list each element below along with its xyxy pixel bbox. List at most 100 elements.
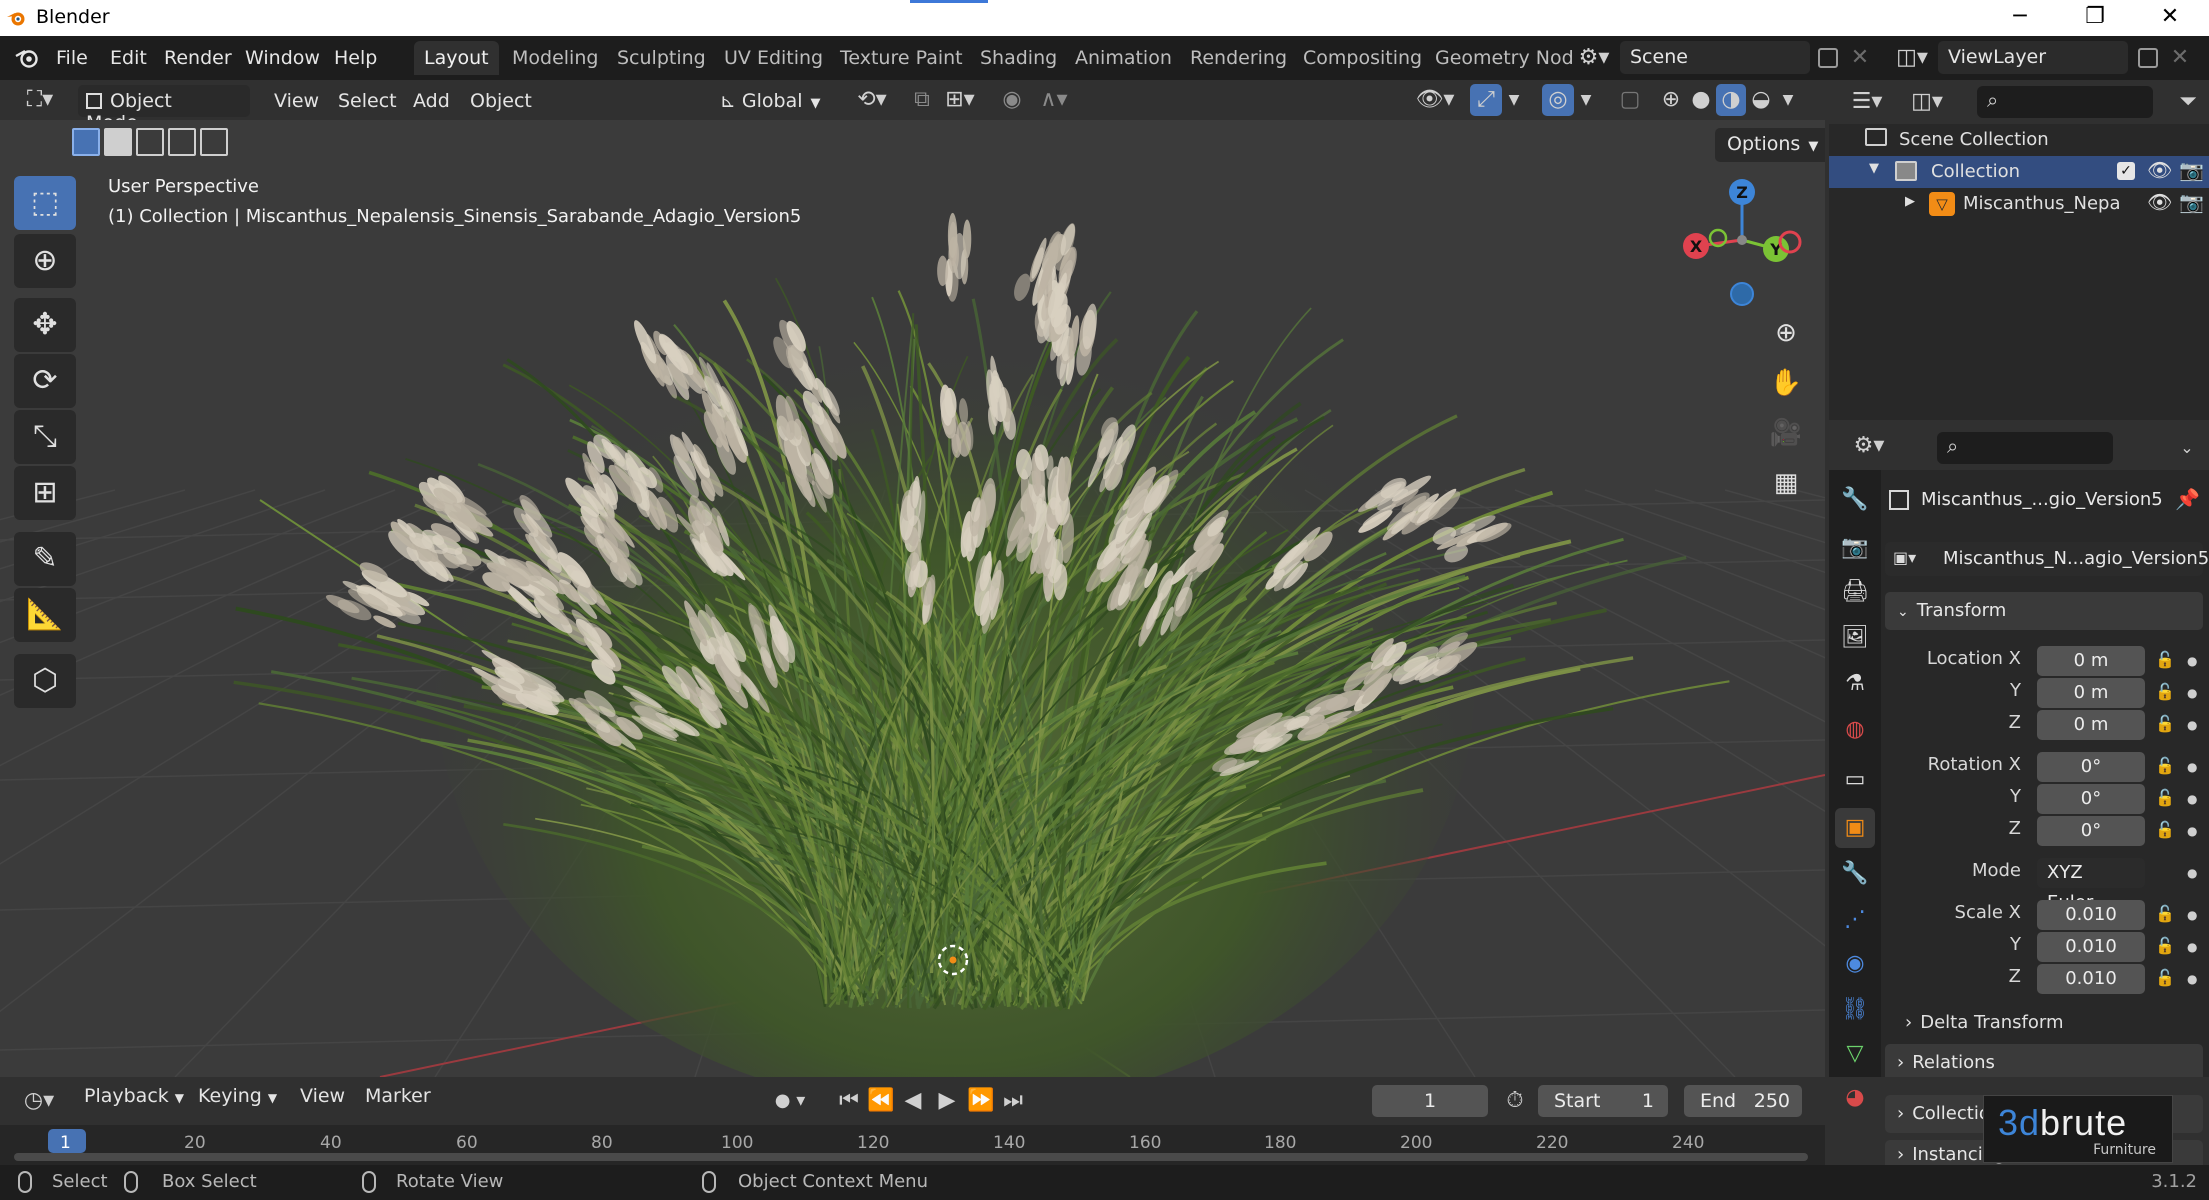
timeline-editor-type-icon[interactable]: ◷▾ (16, 1085, 62, 1117)
transform-orientation-dropdown[interactable]: ⊾ Global ▼ (712, 85, 829, 117)
object-tab-icon[interactable]: ▣ (1835, 808, 1875, 848)
outliner-row-scene-collection[interactable]: Scene Collection (1829, 124, 2209, 156)
tab-shading[interactable]: Shading (970, 41, 1067, 75)
relations-panel-header[interactable]: › Relations (1885, 1044, 2203, 1077)
record-keyframe-icon[interactable]: ● ▾ (762, 1085, 818, 1117)
material-tab-icon[interactable]: ◕ (1835, 1078, 1875, 1118)
pivot-point-icon[interactable]: ⟲▾ (850, 84, 894, 116)
filter-icon[interactable]: ⏷ (2173, 86, 2203, 118)
snap-target-icon[interactable]: ⊞▾ (940, 84, 980, 116)
eye-icon[interactable]: 👁 (2147, 190, 2172, 214)
playback-menu[interactable]: Playback ▼ (84, 1085, 184, 1107)
select-intersect-icon[interactable] (200, 128, 228, 156)
close-window-button[interactable]: ✕ (2140, 2, 2200, 32)
tab-layout[interactable]: Layout (414, 41, 499, 75)
rotation-y-field[interactable]: 0° (2037, 784, 2145, 814)
constraints-tab-icon[interactable]: ⛓ (1835, 990, 1875, 1030)
keyframe-dot-icon[interactable]: ● (2187, 866, 2197, 880)
collection-tab-icon[interactable]: ▭ (1835, 760, 1875, 800)
overlays-dropdown-icon[interactable]: ▼ (1574, 84, 1598, 116)
menu-add[interactable]: Add (405, 85, 458, 117)
rotation-x-field[interactable]: 0° (2037, 752, 2145, 782)
select-extend-icon[interactable] (104, 128, 132, 156)
select-new-icon[interactable] (72, 128, 100, 156)
gizmo-toggle-icon[interactable]: ⤢ (1470, 84, 1502, 116)
tool-tab-icon[interactable]: 🔧 (1835, 480, 1875, 520)
new-viewlayer-icon[interactable] (2138, 48, 2158, 68)
rotate-tool-icon[interactable]: ⟳ (14, 354, 76, 408)
wireframe-shading-icon[interactable]: ⊕ (1656, 84, 1686, 116)
modifier-tab-icon[interactable]: 🔧 (1835, 854, 1875, 894)
tab-animation[interactable]: Animation (1065, 41, 1182, 75)
prev-keyframe-icon[interactable]: ⏪ (866, 1085, 896, 1117)
scale-y-field[interactable]: 0.010 (2037, 932, 2145, 962)
play-reverse-icon[interactable]: ◀ (898, 1085, 928, 1117)
rotation-mode-dropdown[interactable]: XYZ Euler▼ (2037, 858, 2145, 913)
scale-x-field[interactable]: 0.010 (2037, 900, 2145, 930)
keyframe-dot-icon[interactable]: ● (2187, 760, 2197, 774)
delta-transform-subpanel[interactable]: › Delta Transform (1905, 1012, 2063, 1033)
location-z-field[interactable]: 0 m (2037, 710, 2145, 740)
gizmo-dropdown-icon[interactable]: ▼ (1502, 84, 1526, 116)
scale-z-field[interactable]: 0.010 (2037, 964, 2145, 994)
visibility-icon[interactable]: 👁▾ (1410, 84, 1460, 116)
keyframe-dot-icon[interactable]: ● (2187, 972, 2197, 986)
delete-viewlayer-icon[interactable]: ✕ (2168, 42, 2192, 74)
rotation-z-field[interactable]: 0° (2037, 816, 2145, 846)
tab-geometry-nodes[interactable]: Geometry Nod (1425, 41, 1584, 75)
lock-icon[interactable]: 🔓 (2155, 788, 2175, 807)
shading-dropdown-icon[interactable]: ▼ (1776, 84, 1800, 116)
tab-compositing[interactable]: Compositing (1293, 41, 1432, 75)
data-tab-icon[interactable]: ▽ (1835, 1034, 1875, 1074)
material-preview-icon[interactable]: ◑ (1716, 84, 1746, 116)
tab-uv-editing[interactable]: UV Editing (714, 41, 833, 75)
object-datablock-field[interactable]: ▣▾ Miscanthus_N...agio_Version5 (1885, 542, 2209, 576)
select-invert-icon[interactable] (168, 128, 196, 156)
end-frame-field[interactable]: End 250 (1684, 1085, 1802, 1117)
jump-end-icon[interactable]: ⏭ (998, 1085, 1028, 1117)
pin-icon[interactable]: 📌 (2175, 487, 2200, 511)
lock-icon[interactable]: 🔓 (2155, 936, 2175, 955)
lock-icon[interactable]: 🔓 (2155, 904, 2175, 923)
timeline-view-menu[interactable]: View (300, 1085, 345, 1107)
menu-file[interactable]: File (56, 47, 88, 69)
annotate-tool-icon[interactable]: ✎ (14, 532, 76, 586)
transform-panel-header[interactable]: ⌄ Transform (1885, 592, 2203, 630)
keying-menu[interactable]: Keying ▼ (198, 1085, 277, 1107)
menu-view[interactable]: View (266, 85, 327, 117)
physics-tab-icon[interactable]: ◉ (1835, 944, 1875, 984)
snap-toggle-icon[interactable]: ⧉ (905, 84, 939, 116)
outliner-editor-type-icon[interactable]: ☰▾ (1845, 86, 1889, 118)
viewlayer-name-field[interactable]: ViewLayer (1938, 41, 2128, 74)
move-tool-icon[interactable]: ✥ (14, 298, 76, 352)
output-tab-icon[interactable]: 🖨 (1835, 572, 1875, 612)
camera-view-icon[interactable]: 🎥 (1763, 410, 1809, 456)
world-tab-icon[interactable]: ◍ (1835, 710, 1875, 750)
scene-tab-icon[interactable]: ⚗ (1835, 664, 1875, 704)
keyframe-dot-icon[interactable]: ● (2187, 654, 2197, 668)
outliner-row-object[interactable]: ▶ ▽ Miscanthus_Nepa 👁 📷 (1829, 188, 2209, 220)
location-x-field[interactable]: 0 m (2037, 646, 2145, 676)
scene-name-field[interactable]: Scene (1620, 41, 1810, 74)
lock-icon[interactable]: 🔓 (2155, 968, 2175, 987)
editor-type-icon[interactable]: ⛶▾ (18, 84, 62, 116)
render-tab-icon[interactable]: 📷 (1835, 528, 1875, 568)
add-cube-tool-icon[interactable]: ⬡ (14, 654, 76, 708)
next-keyframe-icon[interactable]: ⏩ (966, 1085, 996, 1117)
scale-tool-icon[interactable]: ⤡ (14, 410, 76, 464)
outliner-row-collection[interactable]: ▼ Collection ✓ 👁 📷 (1829, 156, 2209, 188)
tab-rendering[interactable]: Rendering (1180, 41, 1297, 75)
keyframe-dot-icon[interactable]: ● (2187, 718, 2197, 732)
delete-scene-icon[interactable]: ✕ (1848, 42, 1872, 74)
play-icon[interactable]: ▶ (932, 1085, 962, 1117)
lock-icon[interactable]: 🔓 (2155, 820, 2175, 839)
lock-icon[interactable]: 🔓 (2155, 682, 2175, 701)
proportional-edit-icon[interactable]: ◉ (995, 84, 1029, 116)
select-box-tool-icon[interactable]: ⬚ (14, 176, 76, 230)
camera-render-icon[interactable]: 📷 (2179, 190, 2204, 214)
perspective-toggle-icon[interactable]: ▦ (1763, 460, 1809, 506)
expand-arrow-icon[interactable]: ▶ (1905, 194, 1915, 209)
lock-icon[interactable]: 🔓 (2155, 714, 2175, 733)
xray-toggle-icon[interactable]: ▢ (1614, 84, 1646, 116)
lock-icon[interactable]: 🔓 (2155, 650, 2175, 669)
